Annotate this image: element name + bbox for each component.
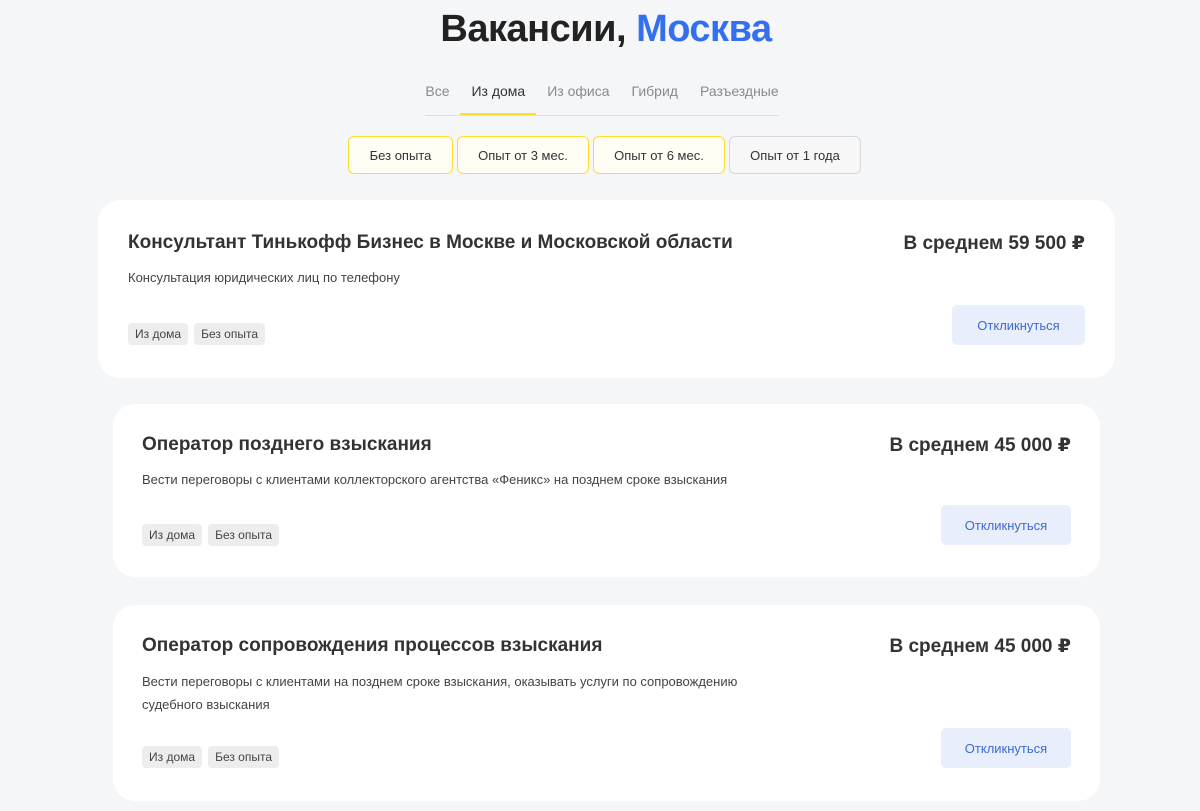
work-format-tabs: Все Из дома Из офиса Гибрид Разъездные: [425, 78, 779, 116]
vacancy-card[interactable]: Консультант Тинькофф Бизнес в Москве и М…: [98, 200, 1115, 378]
tag-remote: Из дома: [128, 323, 189, 345]
vacancy-title[interactable]: Оператор позднего взыскания: [142, 434, 432, 456]
page-title-prefix: Вакансии,: [440, 8, 626, 50]
filter-experience-1-year[interactable]: Опыт от 1 года: [729, 136, 861, 174]
vacancy-tags: Из дома Без опыта: [142, 746, 280, 768]
tab-remote[interactable]: Из дома: [460, 78, 536, 115]
vacancy-tags: Из дома Без опыта: [128, 323, 266, 345]
vacancy-salary: В среднем 45 000 ₽: [889, 435, 1071, 456]
tag-no-experience: Без опыта: [194, 323, 266, 345]
filter-experience-3-months[interactable]: Опыт от 3 мес.: [457, 136, 589, 174]
tab-office[interactable]: Из офиса: [536, 78, 620, 109]
vacancy-description: Вести переговоры с клиентами на позднем …: [142, 674, 738, 712]
filter-no-experience[interactable]: Без опыта: [348, 136, 453, 174]
tag-remote: Из дома: [142, 524, 203, 546]
apply-button[interactable]: Откликнуться: [952, 305, 1085, 345]
tag-remote: Из дома: [142, 746, 203, 768]
page-title-city: Москва: [636, 8, 772, 50]
tab-all[interactable]: Все: [414, 78, 460, 109]
experience-filters: Без опыта Опыт от 3 мес. Опыт от 6 мес. …: [348, 136, 861, 174]
tab-hybrid[interactable]: Гибрид: [621, 78, 689, 109]
vacancy-card[interactable]: Оператор сопровождения процессов взыскан…: [113, 605, 1100, 801]
tab-traveling[interactable]: Разъездные: [689, 78, 790, 109]
tag-no-experience: Без опыта: [208, 524, 280, 546]
page-title: Вакансии, Москва: [0, 8, 1200, 51]
vacancy-salary: В среднем 59 500 ₽: [903, 233, 1085, 254]
vacancy-description: Консультация юридических лиц по телефону: [128, 270, 400, 285]
vacancy-tags: Из дома Без опыта: [142, 524, 280, 546]
filter-experience-6-months[interactable]: Опыт от 6 мес.: [593, 136, 725, 174]
tag-no-experience: Без опыта: [208, 746, 280, 768]
vacancy-salary: В среднем 45 000 ₽: [889, 636, 1071, 657]
vacancy-title[interactable]: Оператор сопровождения процессов взыскан…: [142, 635, 602, 657]
vacancy-description: Вести переговоры с клиентами коллекторск…: [142, 472, 728, 487]
vacancy-title[interactable]: Консультант Тинькофф Бизнес в Москве и М…: [128, 232, 733, 254]
apply-button[interactable]: Откликнуться: [941, 505, 1071, 545]
apply-button[interactable]: Откликнуться: [941, 728, 1071, 768]
vacancy-card[interactable]: Оператор позднего взыскания В среднем 45…: [113, 404, 1100, 577]
